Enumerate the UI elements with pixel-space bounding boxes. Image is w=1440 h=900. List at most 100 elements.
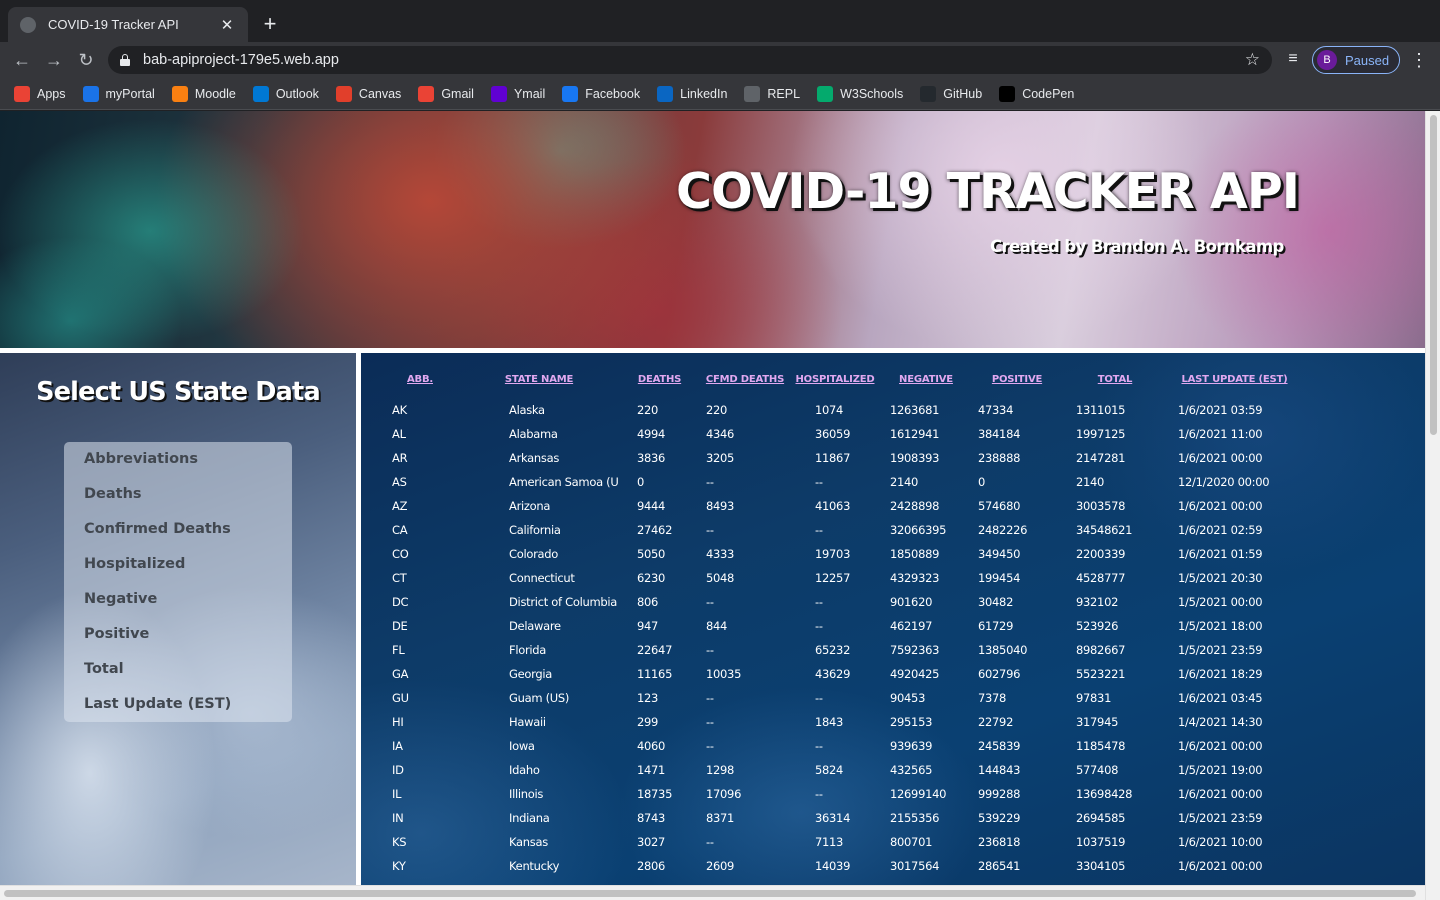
table-row[interactable]: KS Kansas 3027 -- 7113 800701 236818 1037519 1/6… [381,830,1301,854]
back-icon[interactable]: ← [10,48,34,72]
table-cell: 12/1/2020 00:00 [1178,475,1270,489]
forward-icon[interactable]: → [42,48,66,72]
table-cell: 1037519 [1076,835,1126,849]
table-row[interactable]: KY Kentucky 2806 2609 14039 3017564 286541 3304… [381,854,1301,878]
table-cell: 3304105 [1076,859,1126,873]
table-cell: Georgia [509,667,552,681]
filter-item-positive[interactable]: Positive [64,624,292,659]
filter-item-deaths[interactable]: Deaths [64,484,292,519]
close-tab-icon[interactable]: ✕ [218,16,236,34]
linkedin-icon [657,85,674,102]
bookmark-moodle[interactable]: Moodle [171,85,236,102]
bookmark-facebook[interactable]: Facebook [562,85,640,102]
menu-dots-icon[interactable]: ⋮ [1410,48,1428,72]
table-cell: 7378 [978,691,1007,705]
table-cell: 236818 [978,835,1021,849]
filter-item-last-update-est[interactable]: Last Update (EST) [64,694,292,729]
lock-icon[interactable] [120,54,130,66]
table-row[interactable]: FL Florida 22647 -- 65232 7592363 1385040 89826… [381,638,1301,662]
table-cell: CA [392,523,408,537]
bookmark-codepen[interactable]: CodePen [999,85,1074,102]
table-row[interactable]: CA California 27462 -- -- 32066395 2482226 3454… [381,518,1301,542]
filter-item-abbreviations[interactable]: Abbreviations [64,449,292,484]
bookmark-canvas[interactable]: Canvas [335,85,401,102]
table-row[interactable]: AK Alaska 220 220 1074 1263681 47334 1311015 1/6… [381,398,1301,422]
table-cell: ID [392,763,404,777]
table-row[interactable]: ID Idaho 1471 1298 5824 432565 144843 577408 1/5… [381,758,1301,782]
table-cell: Kansas [509,835,548,849]
table-cell: 90453 [890,691,926,705]
profile-button[interactable]: B Paused [1312,46,1400,74]
page-subtitle: Created by Brandon A. Bornkamp [990,237,1284,256]
column-header[interactable]: TOTAL [1062,374,1168,398]
vertical-scroll-thumb[interactable] [1430,115,1437,435]
reload-icon[interactable]: ↻ [74,48,98,72]
column-header[interactable]: LAST UPDATE (EST) [1168,374,1301,398]
table-cell: 299 [637,715,659,729]
column-header[interactable]: POSITIVE [972,374,1062,398]
bookmark-apps[interactable]: Apps [14,85,66,102]
bookmark-star-icon[interactable]: ☆ [1245,50,1260,70]
table-cell: AS [392,475,407,489]
table-row[interactable]: AL Alabama 4994 4346 36059 1612941 384184 19971… [381,422,1301,446]
table-row[interactable]: AR Arkansas 3836 3205 11867 1908393 238888 2147… [381,446,1301,470]
bookmark-outlook[interactable]: Outlook [252,85,319,102]
table-cell: 3017564 [890,859,940,873]
table-row[interactable]: CO Colorado 5050 4333 19703 1850889 349450 2200… [381,542,1301,566]
column-header[interactable]: STATE NAME [459,374,619,398]
bookmark-gmail[interactable]: Gmail [418,85,474,102]
table-header-row: ABB. STATE NAME DEATHS CFMD DEATHS HOSPITALI… [381,374,1301,398]
horizontal-scrollbar[interactable] [0,885,1425,900]
horizontal-scroll-thumb[interactable] [4,890,1416,897]
page-viewport: COVID-19 TRACKER API Created by Brandon … [0,111,1440,900]
column-header[interactable]: ABB. [381,374,459,398]
bookmark-myportal[interactable]: myPortal [82,85,155,102]
table-row[interactable]: HI Hawaii 299 -- 1843 295153 22792 317945 1/4/20… [381,710,1301,734]
table-row[interactable]: IL Illinois 18735 17096 -- 12699140 999288 1369… [381,782,1301,806]
table-cell: 238888 [978,451,1021,465]
myportal-icon [82,85,99,102]
table-cell: 3205 [706,451,735,465]
table-cell: -- [706,739,714,753]
table-row[interactable]: AZ Arizona 9444 8493 41063 2428898 574680 30035… [381,494,1301,518]
table-cell: KS [392,835,407,849]
new-tab-icon[interactable]: + [258,12,282,36]
address-bar[interactable]: bab-apiproject-179e5.web.app ☆ [108,46,1272,74]
table-cell: 41063 [815,499,851,513]
table-cell: -- [706,835,714,849]
table-row[interactable]: GU Guam (US) 123 -- -- 90453 7378 97831 1/6/2021… [381,686,1301,710]
table-row[interactable]: DC District of Columbia (US) 806 -- -- 901620… [381,590,1301,614]
table-row[interactable]: GA Georgia 11165 10035 43629 4920425 602796 552… [381,662,1301,686]
bookmark-linkedin[interactable]: LinkedIn [657,85,727,102]
table-cell: 939639 [890,739,933,753]
bookmark-repl[interactable]: REPL [744,85,800,102]
table-row[interactable]: IN Indiana 8743 8371 36314 2155356 539229 26945… [381,806,1301,830]
url-text[interactable]: bab-apiproject-179e5.web.app [143,52,1245,68]
browser-tab[interactable]: COVID-19 Tracker API ✕ [8,7,248,42]
filter-item-confirmed-deaths[interactable]: Confirmed Deaths [64,519,292,554]
table-cell: -- [815,523,823,537]
table-row[interactable]: IA Iowa 4060 -- -- 939639 245839 1185478 1/6/202… [381,734,1301,758]
filter-item-total[interactable]: Total [64,659,292,694]
bookmark-ymail[interactable]: Ymail [490,85,545,102]
bookmark-github[interactable]: GitHub [920,85,982,102]
column-header[interactable]: NEGATIVE [880,374,972,398]
table-cell: 1/6/2021 00:00 [1178,859,1263,873]
table-cell: 1997125 [1076,427,1126,441]
column-header[interactable]: DEATHS [619,374,700,398]
page-title: COVID-19 TRACKER API [676,163,1300,220]
table-cell: 1/5/2021 23:59 [1178,811,1263,825]
table-row[interactable]: CT Connecticut 6230 5048 12257 4329323 199454 4… [381,566,1301,590]
table-cell: 295153 [890,715,933,729]
vertical-scrollbar[interactable] [1425,111,1440,900]
column-header[interactable]: HOSPITALIZED [790,374,880,398]
table-row[interactable]: DE Delaware 947 844 -- 462197 61729 523926 1/5/2… [381,614,1301,638]
filter-item-negative[interactable]: Negative [64,589,292,624]
table-cell: Indiana [509,811,550,825]
table-cell: 3027 [637,835,666,849]
table-row[interactable]: AS American Samoa (US) 0 -- -- 2140 0 2140 12/1/… [381,470,1301,494]
filter-item-hospitalized[interactable]: Hospitalized [64,554,292,589]
column-header[interactable]: CFMD DEATHS [700,374,790,398]
reading-list-icon[interactable]: ≡ [1283,50,1303,70]
bookmark-w3schools[interactable]: W3Schools [817,85,903,102]
